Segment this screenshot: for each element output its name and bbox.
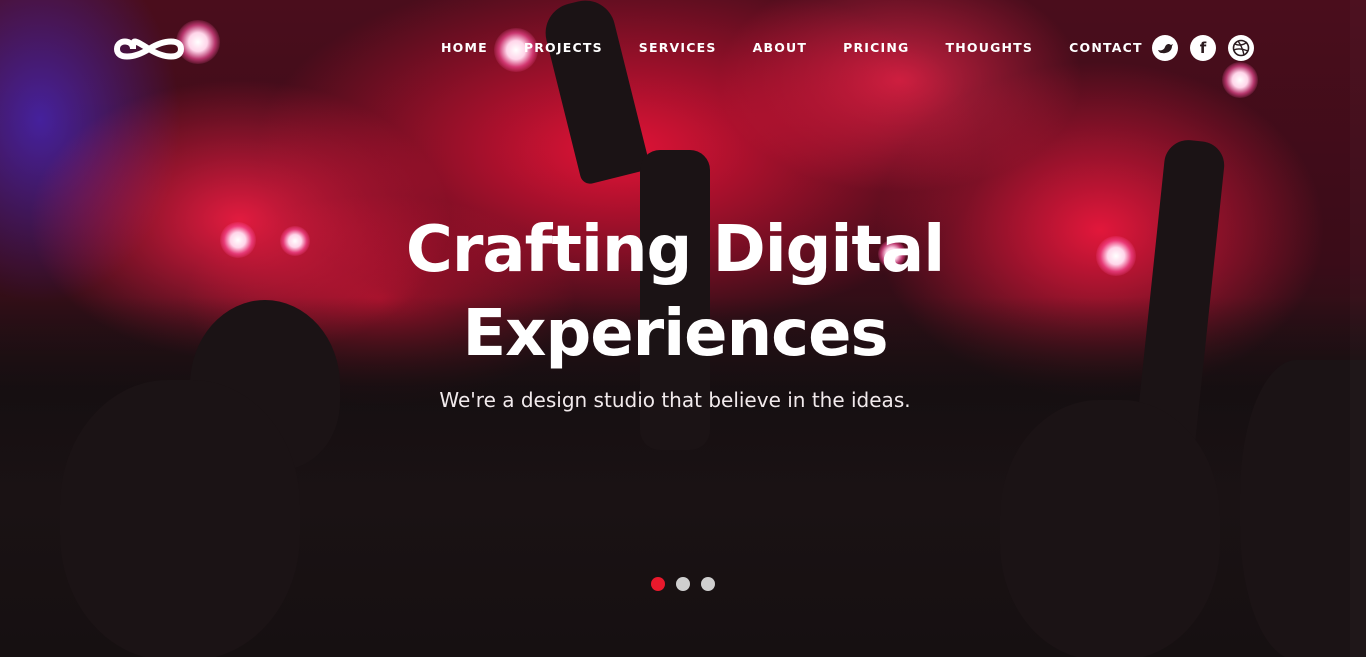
twitter-bird-icon[interactable]	[1152, 35, 1178, 61]
audience-head	[1000, 400, 1220, 657]
infinity-icon[interactable]	[113, 30, 185, 68]
slider-pagination	[651, 577, 715, 591]
hero-title: Crafting Digital Experiences	[0, 208, 1350, 376]
audience-head	[60, 380, 300, 657]
nav-services[interactable]: SERVICES	[639, 40, 717, 55]
slider-dot-3[interactable]	[701, 577, 715, 591]
main-menu: HOME PROJECTS SERVICES ABOUT PRICING THO…	[441, 40, 1179, 55]
nav-pricing[interactable]: PRICING	[843, 40, 909, 55]
dribbble-icon[interactable]	[1228, 35, 1254, 61]
nav-about[interactable]: ABOUT	[753, 40, 808, 55]
social-links: f	[1152, 35, 1254, 61]
nav-contact[interactable]: CONTACT	[1069, 40, 1143, 55]
slider-dot-1[interactable]	[651, 577, 665, 591]
hero-title-line1: Crafting Digital	[405, 213, 945, 287]
hero-subtitle: We're a design studio that believe in th…	[439, 388, 911, 412]
facebook-icon[interactable]: f	[1190, 35, 1216, 61]
slider-dot-2[interactable]	[676, 577, 690, 591]
hero-title-line2: Experiences	[462, 297, 888, 371]
page-scrollbar[interactable]	[1350, 0, 1366, 657]
hero-section: HOME PROJECTS SERVICES ABOUT PRICING THO…	[0, 0, 1366, 657]
nav-thoughts[interactable]: THOUGHTS	[946, 40, 1034, 55]
top-navigation: HOME PROJECTS SERVICES ABOUT PRICING THO…	[0, 0, 1366, 96]
nav-home[interactable]: HOME	[441, 40, 488, 55]
nav-projects[interactable]: PROJECTS	[524, 40, 603, 55]
